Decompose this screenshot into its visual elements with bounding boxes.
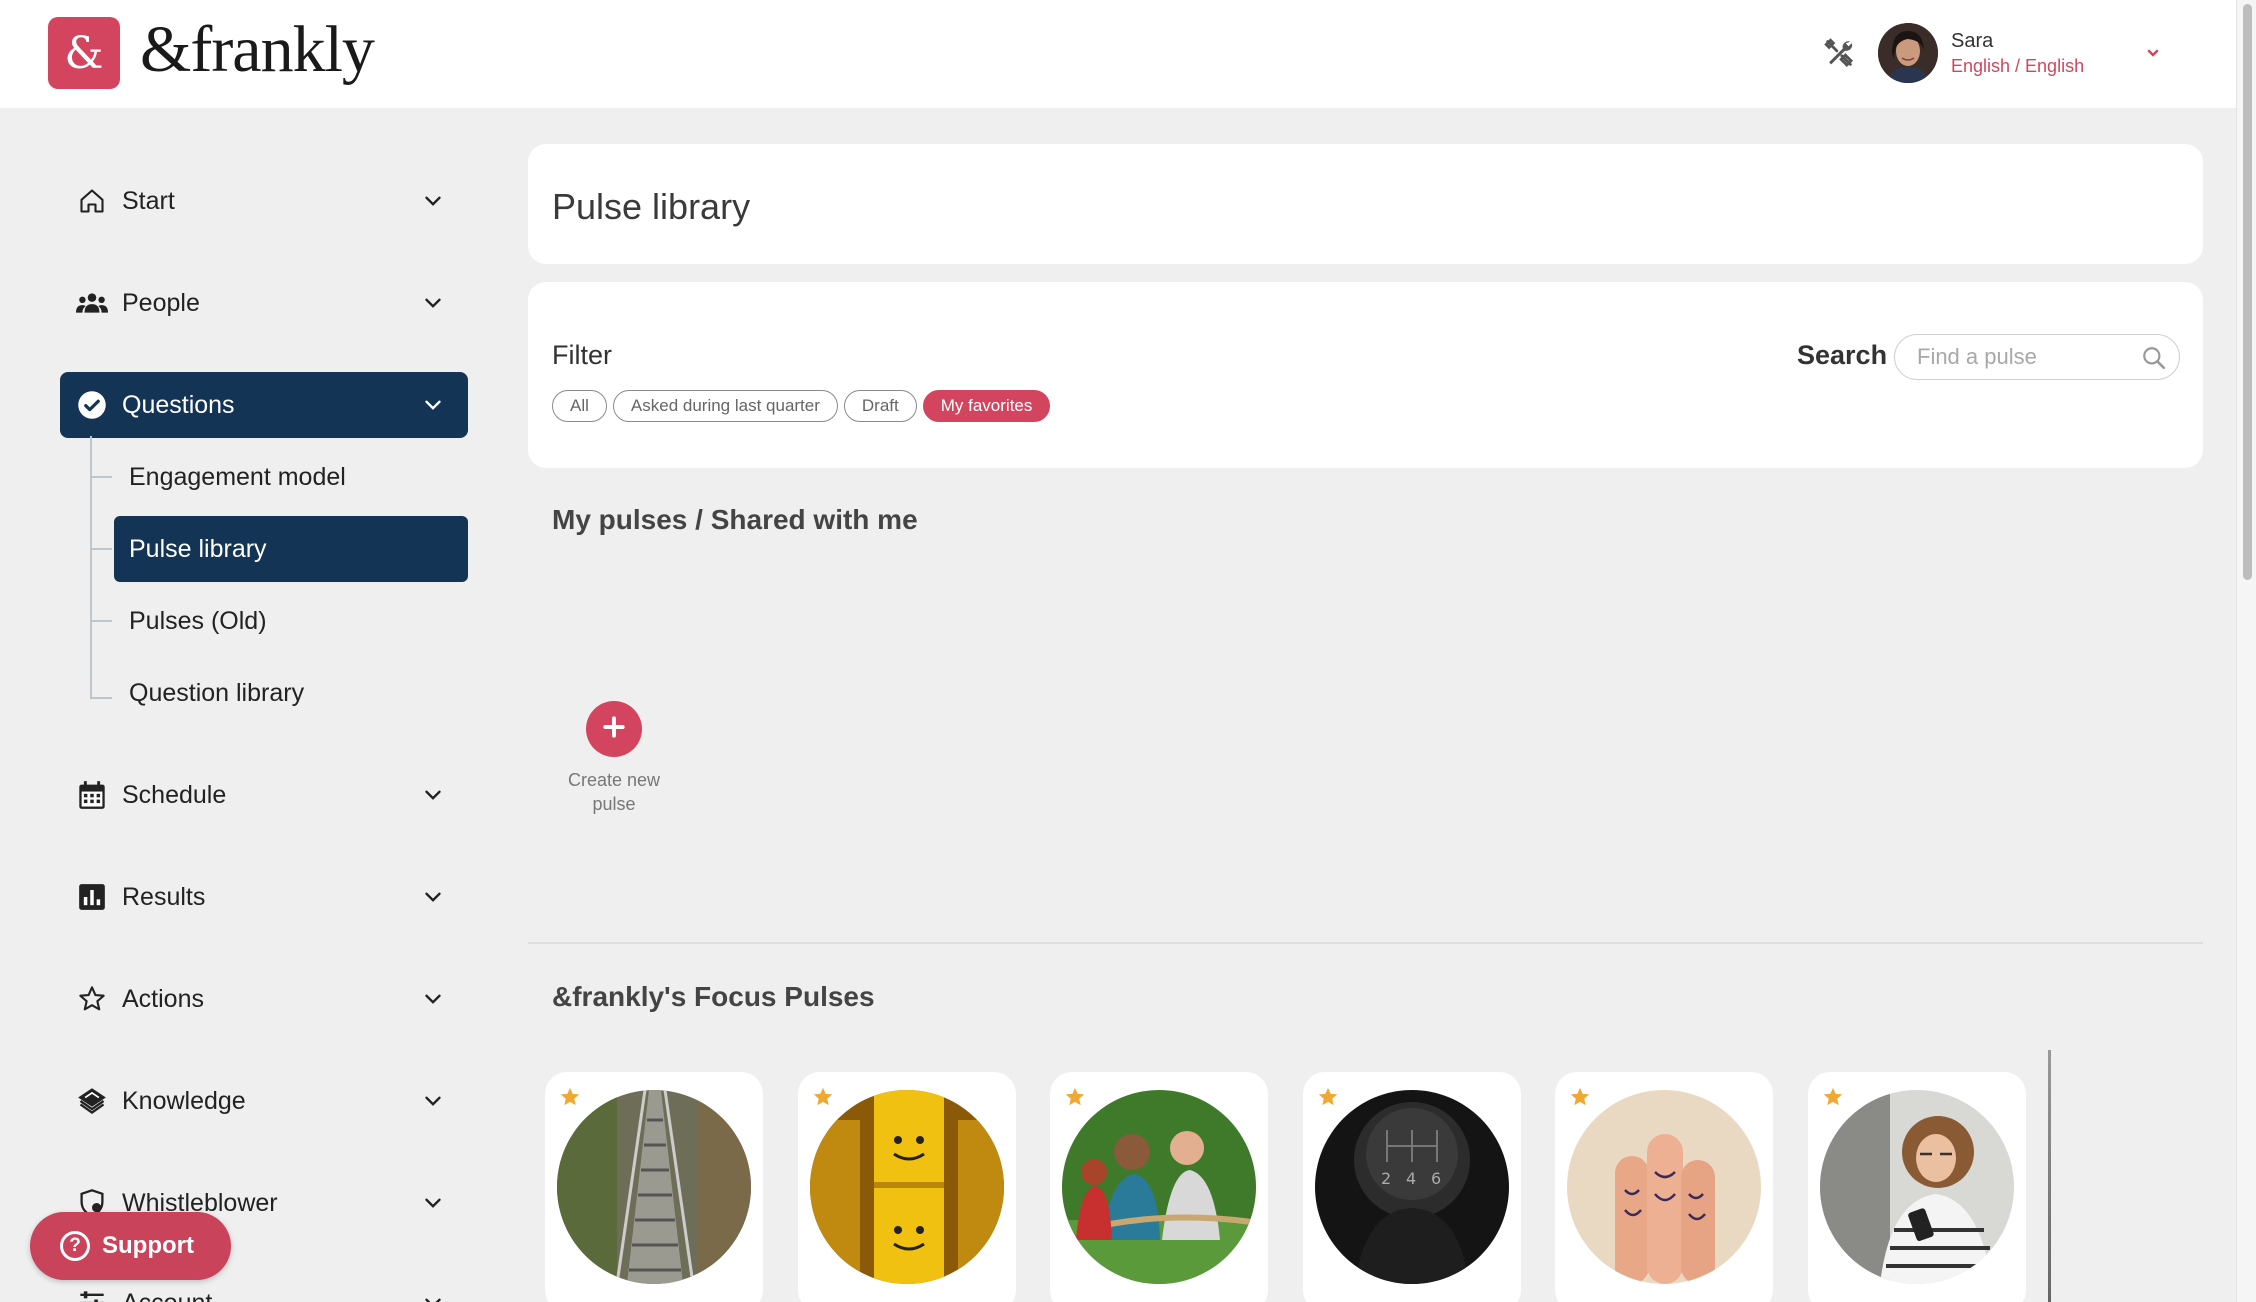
support-label: Support <box>102 1232 194 1259</box>
filter-card: Filter All Asked during last quarter Dra… <box>528 282 2203 468</box>
sidebar-item-actions[interactable]: Actions <box>60 966 468 1032</box>
page-scrollbar[interactable] <box>2236 0 2256 1302</box>
filter-chips: All Asked during last quarter Draft My f… <box>552 390 1051 422</box>
chevron-down-icon[interactable] <box>420 884 446 910</box>
sliders-icon <box>76 1287 108 1302</box>
people-icon <box>76 287 108 319</box>
chevron-down-icon[interactable] <box>420 782 446 808</box>
favorite-star-icon[interactable] <box>1317 1086 1339 1108</box>
toy-faces-image <box>810 1090 1004 1284</box>
sidebar-subitem-question-library[interactable]: Question library <box>114 660 468 726</box>
chevron-down-icon[interactable] <box>420 986 446 1012</box>
home-icon <box>76 185 108 217</box>
page-title: Pulse library <box>552 186 751 227</box>
scrollbar-thumb[interactable] <box>2243 4 2252 580</box>
chevron-down-icon[interactable] <box>420 188 446 214</box>
filter-label: Filter <box>552 340 612 370</box>
submenu-tick <box>90 476 112 478</box>
favorite-star-icon[interactable] <box>1822 1086 1844 1108</box>
favorite-star-icon[interactable] <box>559 1086 581 1108</box>
help-icon: ? <box>60 1231 90 1261</box>
sidebar-item-results[interactable]: Results <box>60 864 468 930</box>
stairs-image <box>557 1090 751 1284</box>
sidebar-item-knowledge[interactable]: Knowledge <box>60 1068 468 1134</box>
tools-icon[interactable] <box>1822 36 1856 70</box>
bar-chart-icon <box>76 881 108 913</box>
knowledge-icon <box>76 1085 108 1117</box>
top-header: & &frankly Sara English / English <box>0 0 2236 108</box>
sidebar-item-label: Actions <box>122 984 204 1013</box>
focus-pulse-card[interactable] <box>1808 1072 2026 1302</box>
create-pulse-button[interactable] <box>586 701 642 757</box>
sidebar-item-label: Questions <box>122 390 235 419</box>
filter-chip-asked-last-quarter[interactable]: Asked during last quarter <box>612 390 838 422</box>
focus-pulses-title: &frankly's Focus Pulses <box>552 981 875 1012</box>
submenu-tick <box>90 620 112 622</box>
chevron-down-icon[interactable] <box>420 1290 446 1302</box>
support-button[interactable]: ? Support <box>30 1212 231 1280</box>
sidebar-item-schedule[interactable]: Schedule <box>60 762 468 828</box>
favorite-star-icon[interactable] <box>1064 1086 1086 1108</box>
focus-pulse-card[interactable] <box>1050 1072 1268 1302</box>
submenu-tick <box>90 697 112 699</box>
gear-shift-image: 246 <box>1315 1090 1509 1284</box>
user-name[interactable]: Sara <box>1951 30 1993 53</box>
sidebar-item-label: Account <box>122 1289 420 1302</box>
page-title-card: Pulse library <box>528 144 2203 264</box>
sidebar-item-label: Knowledge <box>122 1086 246 1115</box>
focus-pulse-card[interactable] <box>545 1072 763 1302</box>
logo-wordmark[interactable]: &frankly <box>140 12 375 88</box>
logo-mark[interactable]: & <box>48 17 120 89</box>
section-divider <box>528 942 2203 944</box>
chevron-down-icon[interactable] <box>420 392 446 418</box>
check-circle-icon <box>76 389 108 421</box>
submenu-tick <box>90 548 112 550</box>
sidebar-item-start[interactable]: Start <box>60 168 468 234</box>
plus-icon <box>601 714 627 745</box>
create-pulse-label[interactable]: Create new pulse <box>554 768 674 816</box>
sidebar-subitem-pulse-library[interactable]: Pulse library <box>114 516 468 582</box>
tug-of-war-image <box>1062 1090 1256 1284</box>
sidebar-item-label: Schedule <box>122 780 227 809</box>
logo-symbol: & <box>64 27 104 79</box>
sidebar-subitem-engagement-model[interactable]: Engagement model <box>114 444 468 510</box>
focus-pulse-card[interactable]: 246 <box>1303 1072 1521 1302</box>
filter-chip-draft[interactable]: Draft <box>843 390 917 422</box>
chevron-down-icon[interactable] <box>420 1088 446 1114</box>
svg-text:6: 6 <box>1431 1169 1441 1188</box>
focus-pulse-card[interactable] <box>1555 1072 1773 1302</box>
sidebar-item-people[interactable]: People <box>60 270 468 336</box>
svg-text:4: 4 <box>1406 1169 1416 1188</box>
search-label: Search <box>1797 340 1888 370</box>
sidebar-item-questions[interactable]: Questions <box>60 372 468 438</box>
chevron-down-icon[interactable] <box>420 1190 446 1216</box>
chevron-down-icon[interactable] <box>420 290 446 316</box>
user-avatar[interactable] <box>1878 23 1938 83</box>
woman-phone-image <box>1820 1090 2014 1284</box>
search-box[interactable] <box>1894 334 2180 380</box>
focus-pulse-card[interactable] <box>798 1072 1016 1302</box>
svg-text:2: 2 <box>1381 1169 1391 1188</box>
filter-chip-my-favorites[interactable]: My favorites <box>922 390 1051 422</box>
chevron-down-icon[interactable] <box>2144 44 2162 62</box>
carousel-edge-divider <box>2048 1050 2051 1302</box>
user-language[interactable]: English / English <box>1951 56 2084 77</box>
sidebar-item-label: People <box>122 288 200 317</box>
sidebar-item-label: Results <box>122 882 206 911</box>
finger-faces-image <box>1567 1090 1761 1284</box>
sidebar-item-label: Start <box>122 186 175 215</box>
star-outline-icon <box>76 983 108 1015</box>
sidebar-subitem-pulses-old[interactable]: Pulses (Old) <box>114 588 468 654</box>
search-icon[interactable] <box>2141 345 2167 371</box>
filter-chip-all[interactable]: All <box>552 390 607 422</box>
search-input[interactable] <box>1917 335 2137 378</box>
favorite-star-icon[interactable] <box>1569 1086 1591 1108</box>
favorite-star-icon[interactable] <box>812 1086 834 1108</box>
my-pulses-title: My pulses / Shared with me <box>552 504 918 535</box>
calendar-icon <box>76 779 108 811</box>
